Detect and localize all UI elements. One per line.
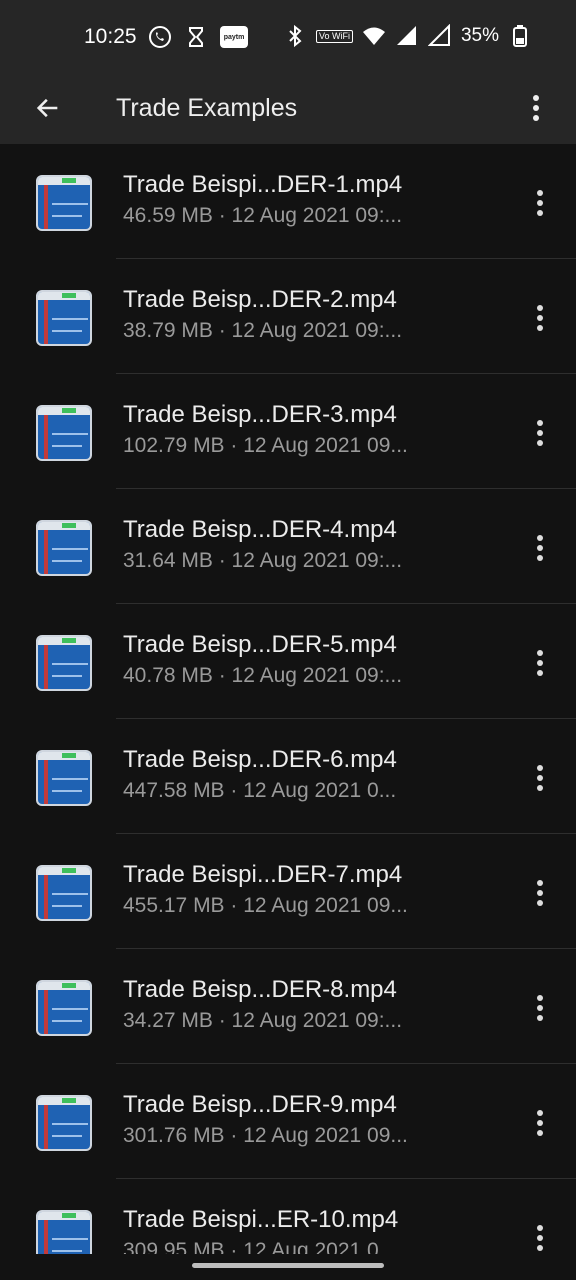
video-thumbnail	[36, 750, 92, 806]
file-name: Trade Beisp...DER-5.mp4	[123, 631, 397, 658]
video-thumbnail	[36, 290, 92, 346]
video-thumbnail	[36, 635, 92, 691]
file-meta: 38.79 MB · 12 Aug 2021 09:...	[123, 319, 403, 342]
more-vert-icon	[537, 305, 543, 331]
file-list: Trade Beispi...DER-1.mp4 46.59 MB · 12 A…	[0, 144, 576, 1254]
bluetooth-icon	[289, 24, 302, 48]
status-bar: 10:25 paytm Vo WiFi 35%	[0, 0, 576, 72]
video-thumbnail	[36, 865, 92, 921]
file-name: Trade Beispi...ER-10.mp4	[123, 1206, 399, 1233]
arrow-back-icon	[36, 98, 58, 118]
item-more-button[interactable]	[522, 756, 558, 800]
whatsapp-icon	[149, 26, 171, 48]
file-name: Trade Beisp...DER-9.mp4	[123, 1091, 397, 1118]
more-vert-icon	[537, 190, 543, 216]
file-meta: 447.58 MB · 12 Aug 2021 0...	[123, 779, 397, 802]
video-thumbnail	[36, 1095, 92, 1151]
more-vert-icon	[537, 880, 543, 906]
video-thumbnail	[36, 520, 92, 576]
file-meta: 301.76 MB · 12 Aug 2021 09...	[123, 1124, 408, 1147]
file-list-item[interactable]: Trade Beispi...DER-1.mp4 46.59 MB · 12 A…	[0, 144, 576, 259]
more-vert-icon	[537, 1110, 543, 1136]
signal-2-icon	[427, 24, 450, 46]
page-title: Trade Examples	[116, 94, 298, 122]
video-thumbnail	[36, 980, 92, 1036]
more-vert-icon	[537, 765, 543, 791]
more-vert-icon	[537, 650, 543, 676]
overflow-menu-button[interactable]	[518, 86, 554, 130]
video-thumbnail	[36, 175, 92, 231]
more-vert-icon	[537, 995, 543, 1021]
more-vert-icon	[537, 1225, 543, 1251]
file-name: Trade Beisp...DER-4.mp4	[123, 516, 397, 543]
item-more-button[interactable]	[522, 986, 558, 1030]
file-name: Trade Beisp...DER-2.mp4	[123, 286, 397, 313]
file-name: Trade Beisp...DER-6.mp4	[123, 746, 397, 773]
volte-wifi-icon: Vo WiFi	[315, 29, 353, 43]
hourglass-icon	[189, 27, 203, 47]
file-name: Trade Beisp...DER-3.mp4	[123, 401, 397, 428]
file-list-item[interactable]: Trade Beisp...DER-5.mp4 40.78 MB · 12 Au…	[0, 604, 576, 719]
battery-percent: 35%	[460, 25, 499, 46]
file-list-item[interactable]: Trade Beisp...DER-2.mp4 38.79 MB · 12 Au…	[0, 259, 576, 374]
file-list-item[interactable]: Trade Beispi...ER-10.mp4 309.95 MB · 12 …	[0, 1179, 576, 1254]
video-thumbnail	[36, 1210, 92, 1254]
item-more-button[interactable]	[522, 296, 558, 340]
file-list-item[interactable]: Trade Beisp...DER-8.mp4 34.27 MB · 12 Au…	[0, 949, 576, 1064]
status-time: 10:25	[84, 25, 137, 48]
item-more-button[interactable]	[522, 1216, 558, 1254]
item-more-button[interactable]	[522, 871, 558, 915]
back-button[interactable]	[26, 86, 70, 130]
file-meta: 102.79 MB · 12 Aug 2021 09...	[123, 434, 408, 457]
file-list-item[interactable]: Trade Beisp...DER-6.mp4 447.58 MB · 12 A…	[0, 719, 576, 834]
item-more-button[interactable]	[522, 181, 558, 225]
file-meta: 31.64 MB · 12 Aug 2021 09:...	[123, 549, 403, 572]
item-more-button[interactable]	[522, 526, 558, 570]
battery-icon	[513, 25, 527, 47]
app-bar: Trade Examples	[0, 72, 576, 144]
file-meta: 309.95 MB · 12 Aug 2021 0...	[123, 1239, 397, 1254]
more-vert-icon	[537, 535, 543, 561]
file-list-item[interactable]: Trade Beisp...DER-3.mp4 102.79 MB · 12 A…	[0, 374, 576, 489]
item-more-button[interactable]	[522, 411, 558, 455]
file-meta: 455.17 MB · 12 Aug 2021 09...	[123, 894, 408, 917]
paytm-icon: paytm	[220, 26, 248, 48]
wifi-icon	[362, 27, 385, 45]
file-meta: 34.27 MB · 12 Aug 2021 09:...	[123, 1009, 403, 1032]
system-icons: Vo WiFi 35%	[283, 24, 532, 48]
notification-icons: paytm	[148, 25, 248, 49]
signal-icon	[396, 26, 416, 45]
file-list-item[interactable]: Trade Beisp...DER-9.mp4 301.76 MB · 12 A…	[0, 1064, 576, 1179]
video-thumbnail	[36, 405, 92, 461]
file-name: Trade Beisp...DER-8.mp4	[123, 976, 397, 1003]
file-list-item[interactable]: Trade Beisp...DER-4.mp4 31.64 MB · 12 Au…	[0, 489, 576, 604]
file-name: Trade Beispi...DER-1.mp4	[123, 171, 403, 198]
file-meta: 46.59 MB · 12 Aug 2021 09:...	[123, 204, 403, 227]
file-list-item[interactable]: Trade Beispi...DER-7.mp4 455.17 MB · 12 …	[0, 834, 576, 949]
item-more-button[interactable]	[522, 1101, 558, 1145]
file-name: Trade Beispi...DER-7.mp4	[123, 861, 403, 888]
file-meta: 40.78 MB · 12 Aug 2021 09:...	[123, 664, 403, 687]
more-vert-icon	[533, 95, 539, 121]
more-vert-icon	[537, 420, 543, 446]
item-more-button[interactable]	[522, 641, 558, 685]
gesture-handle[interactable]	[192, 1263, 384, 1268]
